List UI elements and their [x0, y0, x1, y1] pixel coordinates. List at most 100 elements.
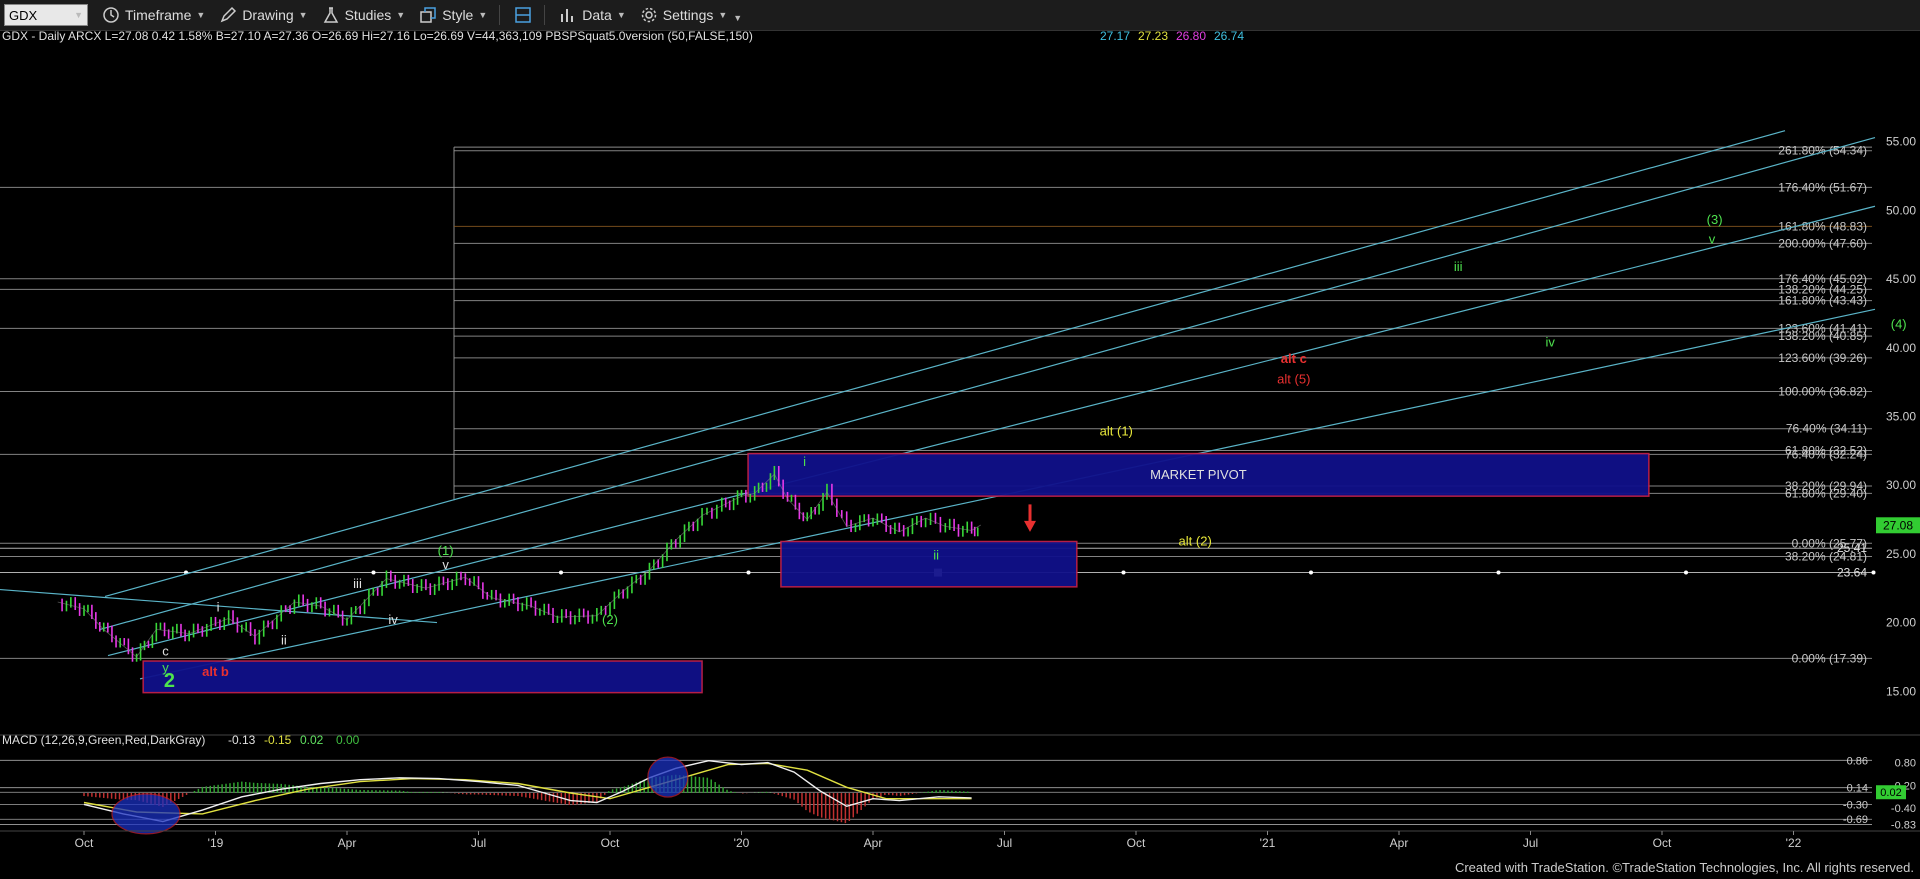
time-tick-label: '20 — [734, 836, 750, 850]
last-price-label: 27.08 — [1883, 518, 1913, 532]
time-tick-label: Oct — [75, 836, 94, 850]
wave-labels-layer: 3(5)(3)viii(4)iv4alt calt (5)alt (1)ialt… — [162, 212, 1907, 692]
studies-button[interactable]: Studies ▼ — [322, 6, 406, 24]
chart-header-values: 27.17 27.23 26.80 26.74 — [1100, 31, 1244, 43]
time-tick-label: Jul — [1523, 836, 1538, 850]
macd-tick-label: 0.14 — [1847, 783, 1868, 795]
wave-label: ii — [281, 633, 287, 648]
level-marker — [1871, 570, 1876, 575]
macd-tick-label: 0.80 — [1895, 758, 1916, 770]
chevron-down-icon: ▼ — [616, 10, 626, 20]
price-axis: 15.00 20.00 25.00 30.00 35.00 40.00 45.00 50.00… — [1876, 135, 1920, 698]
time-tick-label: '22 — [1786, 836, 1802, 850]
timeframe-label: Timeframe — [125, 7, 192, 23]
settings-button[interactable]: Settings ▼ — [640, 6, 728, 24]
wave-label: (3) — [1707, 212, 1723, 227]
macd-tick-label: -0.83 — [1891, 820, 1916, 832]
gear-icon — [641, 7, 657, 23]
fib-label: 61.80% (29.40) — [1785, 486, 1867, 500]
price-tick-label: 45.00 — [1886, 272, 1916, 286]
time-axis: Oct '19 Apr Jul Oct '20 Apr Jul Oct '21 Apr Jul Oct '… — [0, 830, 1920, 850]
fib-label: 76.40% (34.11) — [1786, 422, 1867, 436]
macd-tick-label: 0.86 — [1847, 755, 1868, 767]
wave-label: c — [162, 644, 169, 659]
price-tick-label: 15.00 — [1886, 684, 1916, 698]
wave-label: (2) — [602, 612, 618, 627]
macd-value: -0.13 — [228, 733, 256, 747]
drawing-label: Drawing — [242, 7, 294, 23]
price-tick-label: 35.00 — [1886, 409, 1916, 423]
level-marker — [1684, 570, 1688, 575]
drawing-button[interactable]: Drawing ▼ — [219, 6, 308, 24]
macd-value: 0.02 — [300, 733, 324, 747]
macd-highlight-circle — [111, 793, 181, 835]
time-tick-label: '21 — [1260, 836, 1276, 850]
level-marker — [371, 570, 376, 575]
footer-credit: Created with TradeStation. ©TradeStation… — [1454, 860, 1914, 875]
time-tick-label: Oct — [1653, 836, 1672, 850]
timeframe-button[interactable]: Timeframe ▼ — [102, 6, 205, 24]
window-layout-icon — [515, 7, 532, 23]
level-marker — [1121, 570, 1126, 575]
symbol-value: GDX — [9, 7, 38, 23]
data-label: Data — [582, 7, 612, 23]
chevron-down-icon: ▼ — [396, 10, 406, 20]
macd-line — [83, 759, 972, 823]
price-tick-label: 50.00 — [1886, 203, 1916, 217]
box-layer: MARKET PIVOT — [142, 452, 1650, 694]
wave-label: iii — [1454, 259, 1463, 274]
toolbar: GDX ▼ Timeframe ▼ Drawing ▼ Studies ▼ St… — [0, 0, 1920, 31]
time-tick-label: '19 — [208, 836, 224, 850]
price-tick-label: 40.00 — [1886, 341, 1916, 355]
macd-tick-label: -0.30 — [1843, 799, 1868, 811]
chart-header-info: GDX - Daily ARCX L=27.08 0.42 1.58% B=27… — [2, 31, 753, 43]
level-label: 23.64 — [1837, 566, 1867, 580]
toolbar-divider — [544, 5, 546, 25]
fib-label: 200.00% (47.60) — [1778, 236, 1867, 250]
wave-label: (4) — [1891, 317, 1907, 332]
level-marker — [1309, 570, 1313, 575]
clock-icon — [103, 7, 119, 23]
price-tick-label: 55.00 — [1886, 135, 1916, 149]
channel-lines-layer — [0, 130, 1876, 680]
time-tick-label: Apr — [864, 836, 883, 850]
fib-label: 76.40% (32.24) — [1785, 447, 1867, 461]
style-label: Style — [442, 7, 474, 23]
time-tick-label: Oct — [601, 836, 620, 850]
fib-label: 176.40% (51.67) — [1778, 180, 1867, 194]
chevron-down-icon: ▼ — [298, 10, 308, 20]
layout-button[interactable] — [514, 6, 532, 24]
macd-highlight-circle — [647, 756, 689, 798]
data-button[interactable]: Data ▼ — [559, 6, 626, 24]
wave-label: alt (5) — [1277, 371, 1310, 386]
wave-label: alt (2) — [1179, 534, 1212, 549]
more-options-icon[interactable]: ▼ — [733, 13, 742, 23]
level-label: 25.41 — [1837, 541, 1867, 555]
fib-label: 261.80% (54.34) — [1778, 144, 1867, 158]
symbol-input[interactable]: GDX ▼ — [4, 4, 88, 26]
header-value: 26.80 — [1176, 31, 1206, 43]
style-button[interactable]: Style ▼ — [419, 6, 487, 24]
macd-tick-label: -0.69 — [1843, 814, 1868, 826]
level-marker — [746, 570, 751, 575]
chevron-down-icon: ▼ — [196, 10, 206, 20]
price-tick-label: 25.00 — [1886, 547, 1916, 561]
wave-label: i — [803, 454, 806, 469]
studies-label: Studies — [344, 7, 392, 23]
market-pivot-label: MARKET PIVOT — [1150, 467, 1247, 482]
wave-label: v — [442, 557, 449, 572]
fib-label: 0.00% (17.39) — [1792, 651, 1867, 665]
price-tick-label: 30.00 — [1886, 478, 1916, 492]
wave-label: alt c — [1281, 351, 1307, 366]
chevron-down-icon: ▼ — [718, 10, 728, 20]
bar-chart-icon — [561, 9, 574, 22]
fib-label: 138.20% (40.85) — [1778, 329, 1867, 343]
wave-label: alt b — [202, 664, 229, 679]
wave-label: ii — [933, 547, 939, 562]
chevron-down-icon: ▼ — [478, 10, 488, 20]
chart-canvas[interactable]: 261.80% (54.34) 176.40% (51.67) 161.80% (4… — [0, 31, 1920, 851]
time-tick-label: Apr — [338, 836, 357, 850]
fib-label: 100.00% (36.82) — [1778, 384, 1867, 398]
wave-label: i — [217, 600, 220, 615]
wave-label: iv — [1546, 334, 1556, 349]
